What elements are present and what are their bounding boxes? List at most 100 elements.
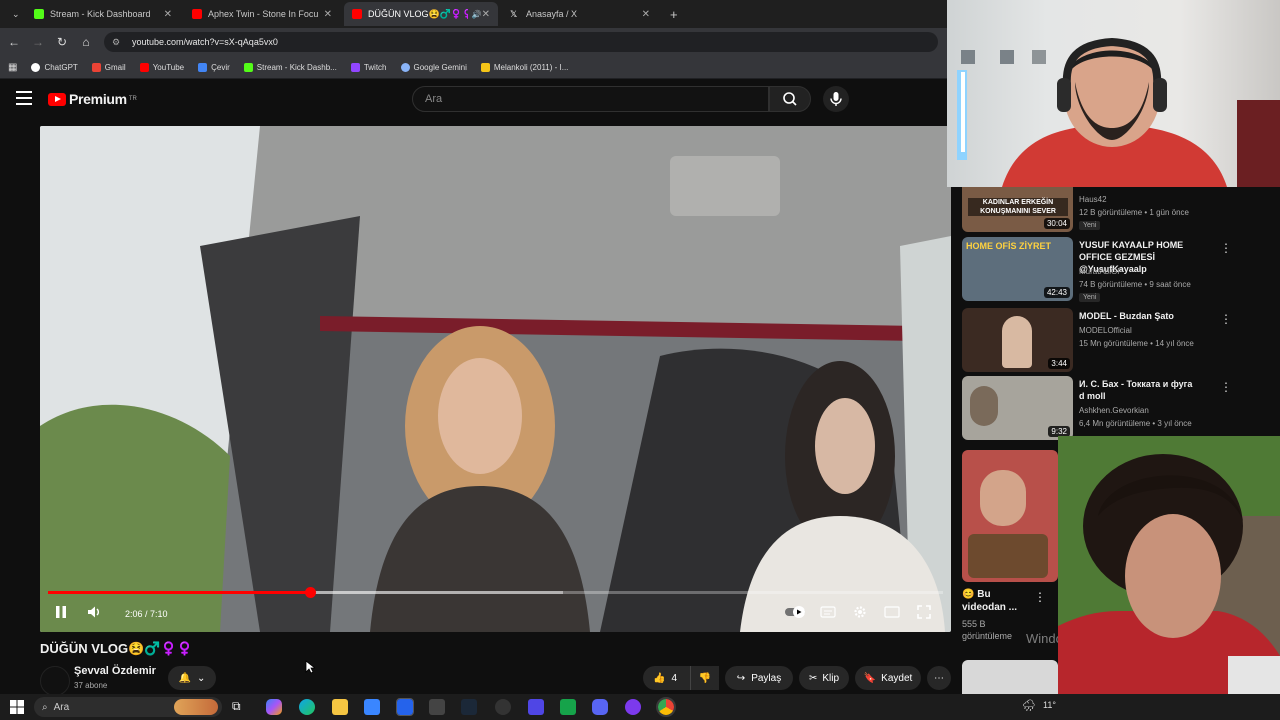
close-icon[interactable]: ✕: [324, 9, 332, 20]
bookmark-gemini[interactable]: Google Gemini: [400, 62, 467, 72]
theater-mode-button[interactable]: [880, 600, 904, 624]
site-info-icon[interactable]: ⚙: [112, 37, 126, 48]
tab-kick-dashboard[interactable]: Stream - Kick Dashboard ✕: [26, 2, 180, 26]
short-title[interactable]: 😊 Bu videodan ...: [962, 588, 1032, 614]
reload-icon[interactable]: ↻: [54, 34, 70, 50]
video-thumbnail[interactable]: 9:32: [962, 376, 1073, 440]
clip-button[interactable]: ✂ Klip: [799, 666, 849, 690]
recommended-video[interactable]: 9:32 И. С. Бах - Токката и фуга d moll A…: [962, 376, 1232, 440]
tab-aphex-twin[interactable]: Aphex Twin - Stone In Focus - Y ✕: [184, 2, 340, 26]
webcam-feed: [957, 37, 1280, 187]
youtube-icon: [352, 9, 362, 19]
more-actions-button[interactable]: ⋯: [927, 666, 951, 690]
settings-button[interactable]: [848, 600, 872, 624]
recommended-short-thumbnail[interactable]: [962, 660, 1058, 694]
weather-icon: 🌧: [1022, 700, 1036, 712]
bookmark-gmail[interactable]: Gmail: [91, 62, 126, 72]
edge-icon[interactable]: [299, 699, 315, 715]
bookmark-kick[interactable]: Stream - Kick Dashb...: [243, 62, 337, 72]
volume-button[interactable]: [82, 600, 106, 624]
recommended-short[interactable]: 😊 Bu videodan ... 555 B görüntüleme ⋮: [962, 450, 1058, 650]
address-bar[interactable]: ⚙ youtube.com/watch?v=sX-qAqa5vx0: [104, 32, 938, 52]
short-thumbnail[interactable]: [962, 450, 1058, 582]
speaker-icon: 🔊: [471, 9, 482, 19]
subscribed-bell-button[interactable]: 🔔 ⌄: [168, 666, 216, 690]
recommended-video[interactable]: HOME OFİS ZİYRET 42:43 YUSUF KAYAALP HOM…: [962, 237, 1232, 303]
tab-dugun-vlog[interactable]: DÜĞÜN VLOG😫♂️♀️♀️ 🔊 ✕: [344, 2, 498, 26]
file-explorer-icon[interactable]: [332, 699, 348, 715]
video-title[interactable]: MODEL - Buzdan Şato: [1079, 310, 1199, 322]
apps-icon[interactable]: ▦: [8, 62, 17, 73]
monitor-app-icon[interactable]: [528, 699, 544, 715]
chrome-icon[interactable]: [656, 697, 676, 717]
progress-played: [48, 591, 311, 594]
fullscreen-button[interactable]: [912, 600, 936, 624]
thumbnail-figure: [980, 470, 1026, 526]
channel-name[interactable]: Şevval Özdemir: [74, 665, 156, 677]
thumbs-down-icon: 👎: [698, 672, 712, 684]
store-icon[interactable]: [364, 699, 380, 715]
bookmark-melankoli[interactable]: Melankoli (2011) - I...: [480, 62, 568, 72]
subtitles-button[interactable]: [816, 600, 840, 624]
close-icon[interactable]: ✕: [164, 9, 172, 20]
settings-app-icon[interactable]: [429, 699, 445, 715]
share-button[interactable]: ↪ Paylaş: [725, 666, 793, 690]
copilot-icon[interactable]: [266, 699, 282, 715]
back-icon[interactable]: ←: [6, 34, 22, 50]
channel-name[interactable]: MODELOfficial: [1079, 326, 1132, 335]
video-title[interactable]: И. С. Бах - Токката и фуга d moll: [1079, 378, 1199, 402]
obs-icon[interactable]: [495, 699, 511, 715]
pause-button[interactable]: [49, 600, 73, 624]
tab-search-button[interactable]: ⌄: [4, 2, 20, 26]
steam-icon[interactable]: [461, 699, 477, 715]
scrubber-handle[interactable]: [304, 587, 316, 598]
search-button[interactable]: [769, 86, 811, 112]
tab-x-home[interactable]: 𝕏 Anasayfa / X ✕: [502, 2, 658, 26]
browser-toolbar: ← → ↻ ⌂ ⚙ youtube.com/watch?v=sX-qAqa5vx…: [0, 28, 947, 56]
thumbnail-text: KADINLAR ERKEĞİN KONUŞMANINI SEVER: [968, 198, 1068, 216]
channel-name[interactable]: Haus42: [1079, 195, 1107, 204]
task-view-icon[interactable]: ⧉: [232, 699, 248, 715]
app-icon[interactable]: [396, 698, 414, 716]
more-options-icon[interactable]: ⋮: [1034, 590, 1046, 604]
channel-name[interactable]: MuratAbiGF: [1079, 267, 1122, 276]
video-thumbnail[interactable]: HOME OFİS ZİYRET 42:43: [962, 237, 1073, 301]
more-icon: ⋯: [934, 672, 944, 684]
dislike-button[interactable]: 👎: [690, 666, 719, 690]
home-icon[interactable]: ⌂: [78, 34, 94, 50]
video-thumbnail[interactable]: 3:44: [962, 308, 1073, 372]
progress-bar[interactable]: [48, 587, 943, 598]
autoplay-toggle[interactable]: [784, 600, 808, 624]
bookmark-translate[interactable]: Çevir: [198, 62, 230, 72]
chevron-down-icon: ⌄: [197, 672, 206, 684]
video-meta: 74 B görüntüleme • 9 saat önce: [1079, 280, 1191, 289]
voice-search-button[interactable]: [823, 86, 849, 112]
excel-like-icon[interactable]: [560, 699, 576, 715]
discord-icon[interactable]: [592, 699, 608, 715]
forward-icon[interactable]: →: [30, 34, 46, 50]
more-options-icon[interactable]: ⋮: [1220, 312, 1232, 326]
bookmark-chatgpt[interactable]: ChatGPT: [31, 62, 78, 72]
close-icon[interactable]: ✕: [482, 9, 490, 20]
new-badge: Yeni: [1079, 293, 1101, 302]
bookmark-twitch[interactable]: Twitch: [350, 62, 387, 72]
bookmark-label: Gmail: [104, 62, 126, 72]
youtube-premium-logo[interactable]: Premium TR: [48, 91, 137, 107]
save-button[interactable]: 🔖 Kaydet: [855, 666, 921, 690]
app-purple-icon[interactable]: [625, 699, 641, 715]
menu-icon[interactable]: [16, 91, 32, 105]
more-options-icon[interactable]: ⋮: [1220, 380, 1232, 394]
recommended-video[interactable]: 3:44 MODEL - Buzdan Şato MODELOfficial 1…: [962, 308, 1232, 372]
video-player[interactable]: 2:06 / 7:10: [40, 126, 951, 632]
autoplay-toggle-icon: [785, 606, 805, 618]
thumbs-up-icon: 👍: [653, 672, 666, 684]
channel-avatar[interactable]: [40, 666, 70, 696]
search-input[interactable]: Ara: [412, 86, 769, 112]
more-options-icon[interactable]: ⋮: [1220, 241, 1232, 255]
channel-name[interactable]: Ashkhen.Gevorkian: [1079, 406, 1149, 415]
taskbar-search-box[interactable]: ⌕ Ara: [34, 697, 222, 717]
close-icon[interactable]: ✕: [642, 9, 650, 20]
windows-start-button[interactable]: [10, 700, 24, 714]
new-tab-button[interactable]: +: [662, 2, 682, 26]
bookmark-youtube[interactable]: YouTube: [139, 62, 184, 72]
